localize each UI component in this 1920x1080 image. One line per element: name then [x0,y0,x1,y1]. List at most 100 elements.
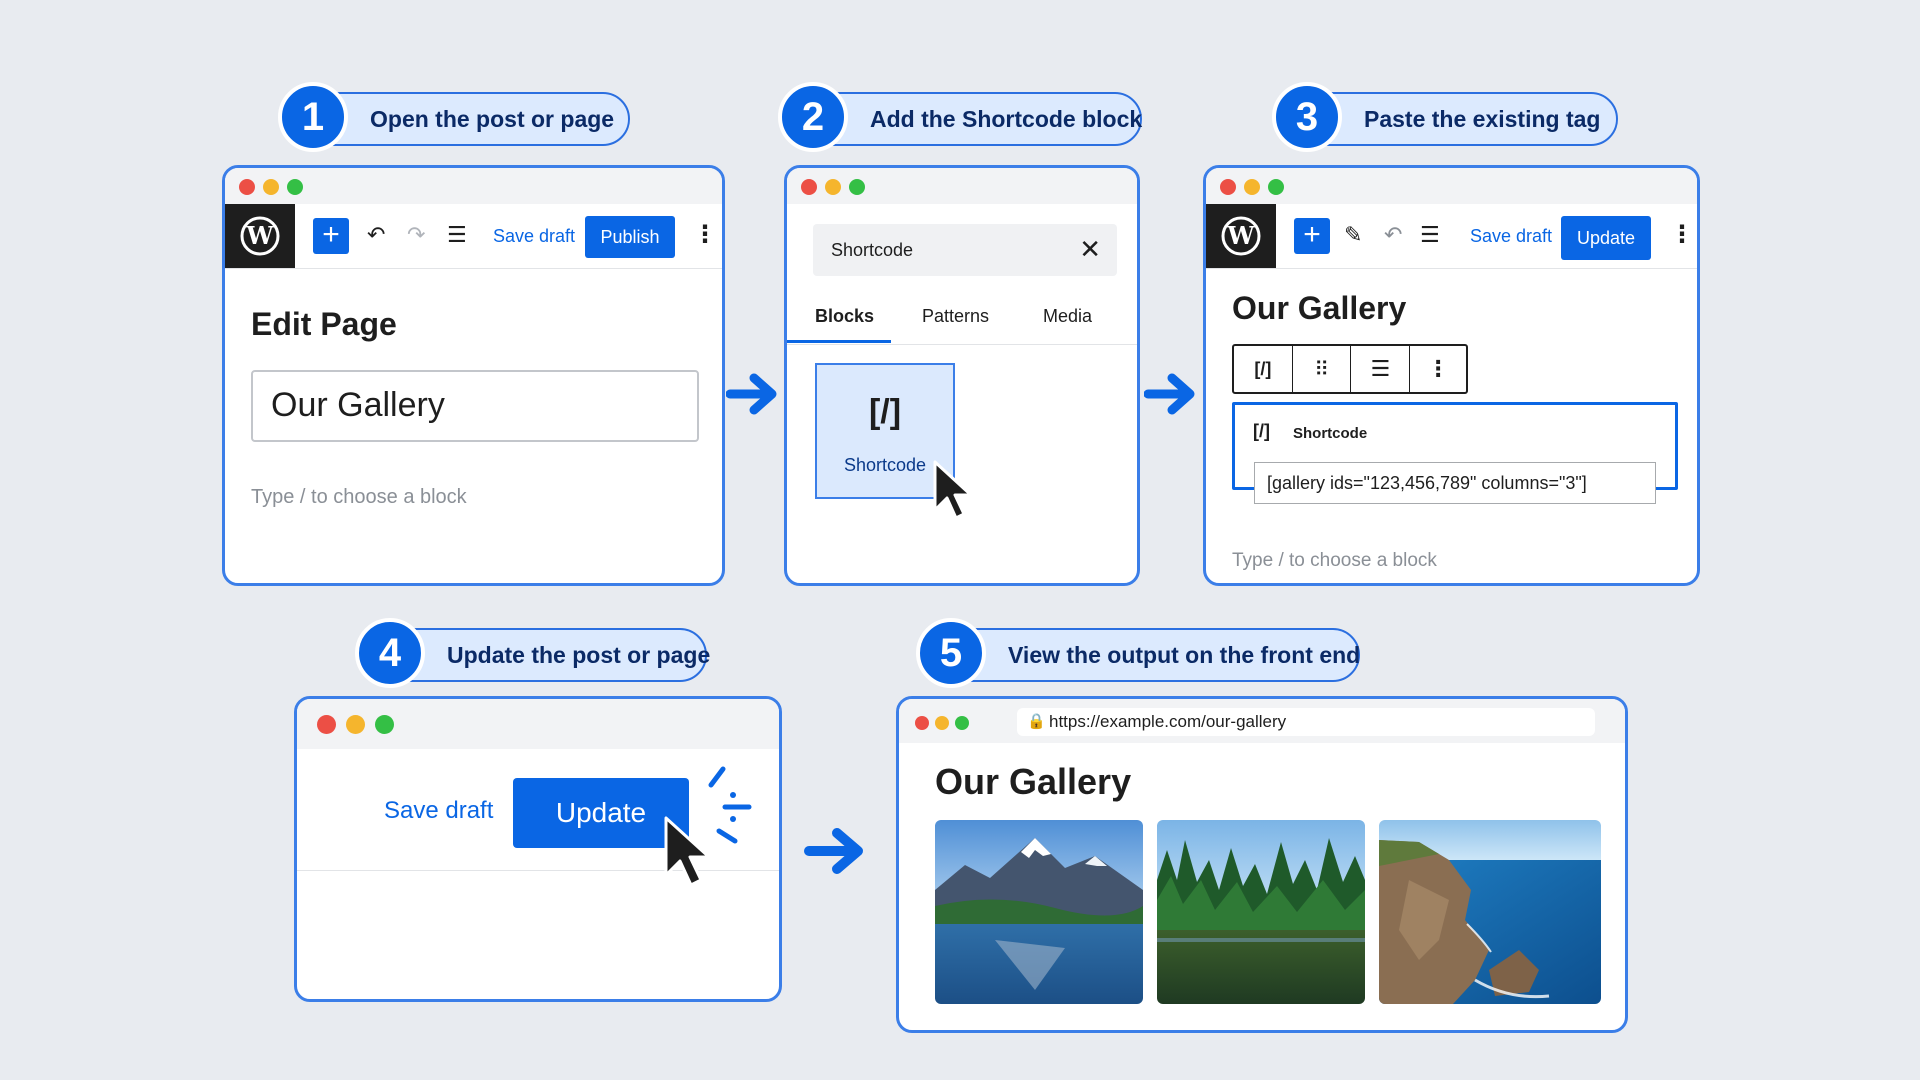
add-block-button[interactable]: + [313,218,349,254]
step-1-editor-window: W + ↶ ↷ ☰ Save draft Publish ⋮ Edit Page… [222,165,725,586]
step-1-label: 1 Open the post or page [278,82,630,152]
shortcode-text-input[interactable]: [gallery ids="123,456,789" columns="3"] [1254,462,1656,504]
arrow-right-icon [726,373,777,415]
step-2-number: 2 [778,82,848,152]
block-type-button[interactable]: [/] [1234,346,1293,392]
step-4-label: 4 Update the post or page [355,618,711,688]
arrow-right-icon [804,828,863,874]
page-title: Our Gallery [935,761,1132,802]
minimize-dot-icon[interactable] [825,179,841,195]
block-placeholder[interactable]: Type / to choose a block [251,486,467,509]
maximize-dot-icon[interactable] [1268,179,1284,195]
step-1-number: 1 [278,82,348,152]
publish-button[interactable]: Publish [585,216,675,258]
undo-icon[interactable]: ↶ [1384,222,1402,248]
editor-toolbar: W + ✎ ↶ ☰ Save draft Update ⋮ [1206,204,1697,269]
minimize-dot-icon[interactable] [346,715,365,734]
align-icon[interactable]: ☰ [1351,346,1411,392]
undo-icon[interactable]: ↶ [367,222,385,248]
options-menu-icon[interactable]: ⋮ [693,220,717,249]
wordpress-logo-icon[interactable]: W [225,204,295,268]
block-placeholder[interactable]: Type / to choose a block [1232,550,1437,572]
gallery-image-forest-lake[interactable] [1157,820,1365,1004]
shortcode-block-icon: [/] [868,393,902,431]
save-draft-button[interactable]: Save draft [1470,226,1552,247]
close-dot-icon[interactable] [239,179,255,195]
window-titlebar [225,168,722,204]
step-1-title: Open the post or page [370,105,615,132]
close-dot-icon[interactable] [1220,179,1236,195]
block-options-icon[interactable]: ⋮ [1410,346,1466,392]
block-search-input[interactable]: Shortcode ✕ [813,224,1117,276]
forest-lake-image [1157,820,1365,1004]
block-toolbar: [/] ⠿ ☰ ⋮ [1232,344,1468,394]
maximize-dot-icon[interactable] [955,716,969,730]
maximize-dot-icon[interactable] [287,179,303,195]
page-title: Our Gallery [1232,290,1407,326]
redo-icon[interactable]: ↷ [407,222,425,248]
step-5-label: 5 View the output on the front end [916,618,1361,688]
post-title-value: Our Gallery [271,386,445,424]
shortcode-block-label: Shortcode [1293,425,1368,442]
gallery-image-coastal-cliffs[interactable] [1379,820,1601,1004]
mouse-cursor-icon [933,460,973,520]
step-3-editor-window: W + ✎ ↶ ☰ Save draft Update ⋮ Our Galler… [1203,165,1700,586]
close-dot-icon[interactable] [915,716,929,730]
update-button[interactable]: Update [1561,216,1651,260]
step-5-browser-window: 🔒 https://example.com/our-gallery Our Ga… [896,696,1628,1033]
edit-pencil-icon[interactable]: ✎ [1344,222,1362,248]
step-2-title: Add the Shortcode block [870,105,1143,132]
browser-titlebar: 🔒 https://example.com/our-gallery [899,699,1625,743]
step-5-title: View the output on the front end [1008,641,1361,668]
address-bar[interactable]: 🔒 https://example.com/our-gallery [1017,708,1595,736]
mouse-cursor-icon [664,816,711,887]
step-4-update-window: Save draft Update [294,696,782,1002]
save-draft-button[interactable]: Save draft [493,226,575,247]
shortcode-block-icon: [/] [1253,421,1270,441]
document-overview-icon[interactable]: ☰ [1420,222,1440,248]
step-2-label: 2 Add the Shortcode block [778,82,1143,152]
shortcode-icon: [/] [1254,358,1272,379]
close-dot-icon[interactable] [317,715,336,734]
add-block-button[interactable]: + [1294,218,1330,254]
tab-blocks[interactable]: Blocks [815,306,874,327]
shortcode-value: [gallery ids="123,456,789" columns="3"] [1267,473,1587,493]
options-menu-icon[interactable]: ⋮ [1670,220,1694,249]
inserter-tabs: Blocks Patterns Media [787,294,1137,345]
tab-media[interactable]: Media [1043,306,1092,327]
url-text: https://example.com/our-gallery [1049,712,1287,731]
minimize-dot-icon[interactable] [935,716,949,730]
step-4-title: Update the post or page [447,641,711,668]
post-title-input[interactable]: Our Gallery [251,370,699,442]
lock-icon: 🔒 [1027,713,1046,730]
tab-blocks-active-indicator [787,340,891,343]
svg-text:W: W [246,221,275,250]
step-3-title: Paste the existing tag [1364,105,1601,132]
tab-patterns[interactable]: Patterns [922,306,989,327]
close-dot-icon[interactable] [801,179,817,195]
minimize-dot-icon[interactable] [1244,179,1260,195]
window-titlebar [1206,168,1697,204]
mountain-lake-image [935,820,1143,1004]
step-3-number: 3 [1272,82,1342,152]
minimize-dot-icon[interactable] [263,179,279,195]
step-3-label: 3 Paste the existing tag [1272,82,1618,152]
drag-handle-icon[interactable]: ⠿ [1293,346,1352,392]
wordpress-logo-icon[interactable]: W [1206,204,1276,268]
window-titlebar [787,168,1137,204]
gallery-image-mountain-lake[interactable] [935,820,1143,1004]
step-4-number: 4 [355,618,425,688]
window-titlebar [297,699,779,749]
document-overview-icon[interactable]: ☰ [447,222,467,248]
clear-search-icon[interactable]: ✕ [1079,234,1101,265]
coastal-cliffs-image [1379,820,1601,1004]
maximize-dot-icon[interactable] [375,715,394,734]
arrow-right-icon [1144,373,1195,415]
page-heading: Edit Page [251,306,397,342]
maximize-dot-icon[interactable] [849,179,865,195]
step-2-inserter-window: Shortcode ✕ Blocks Patterns Media [/] Sh… [784,165,1140,586]
save-draft-button[interactable]: Save draft [384,797,493,825]
step-5-number: 5 [916,618,986,688]
search-value: Shortcode [831,240,914,260]
editor-toolbar: W + ↶ ↷ ☰ Save draft Publish ⋮ [225,204,722,269]
